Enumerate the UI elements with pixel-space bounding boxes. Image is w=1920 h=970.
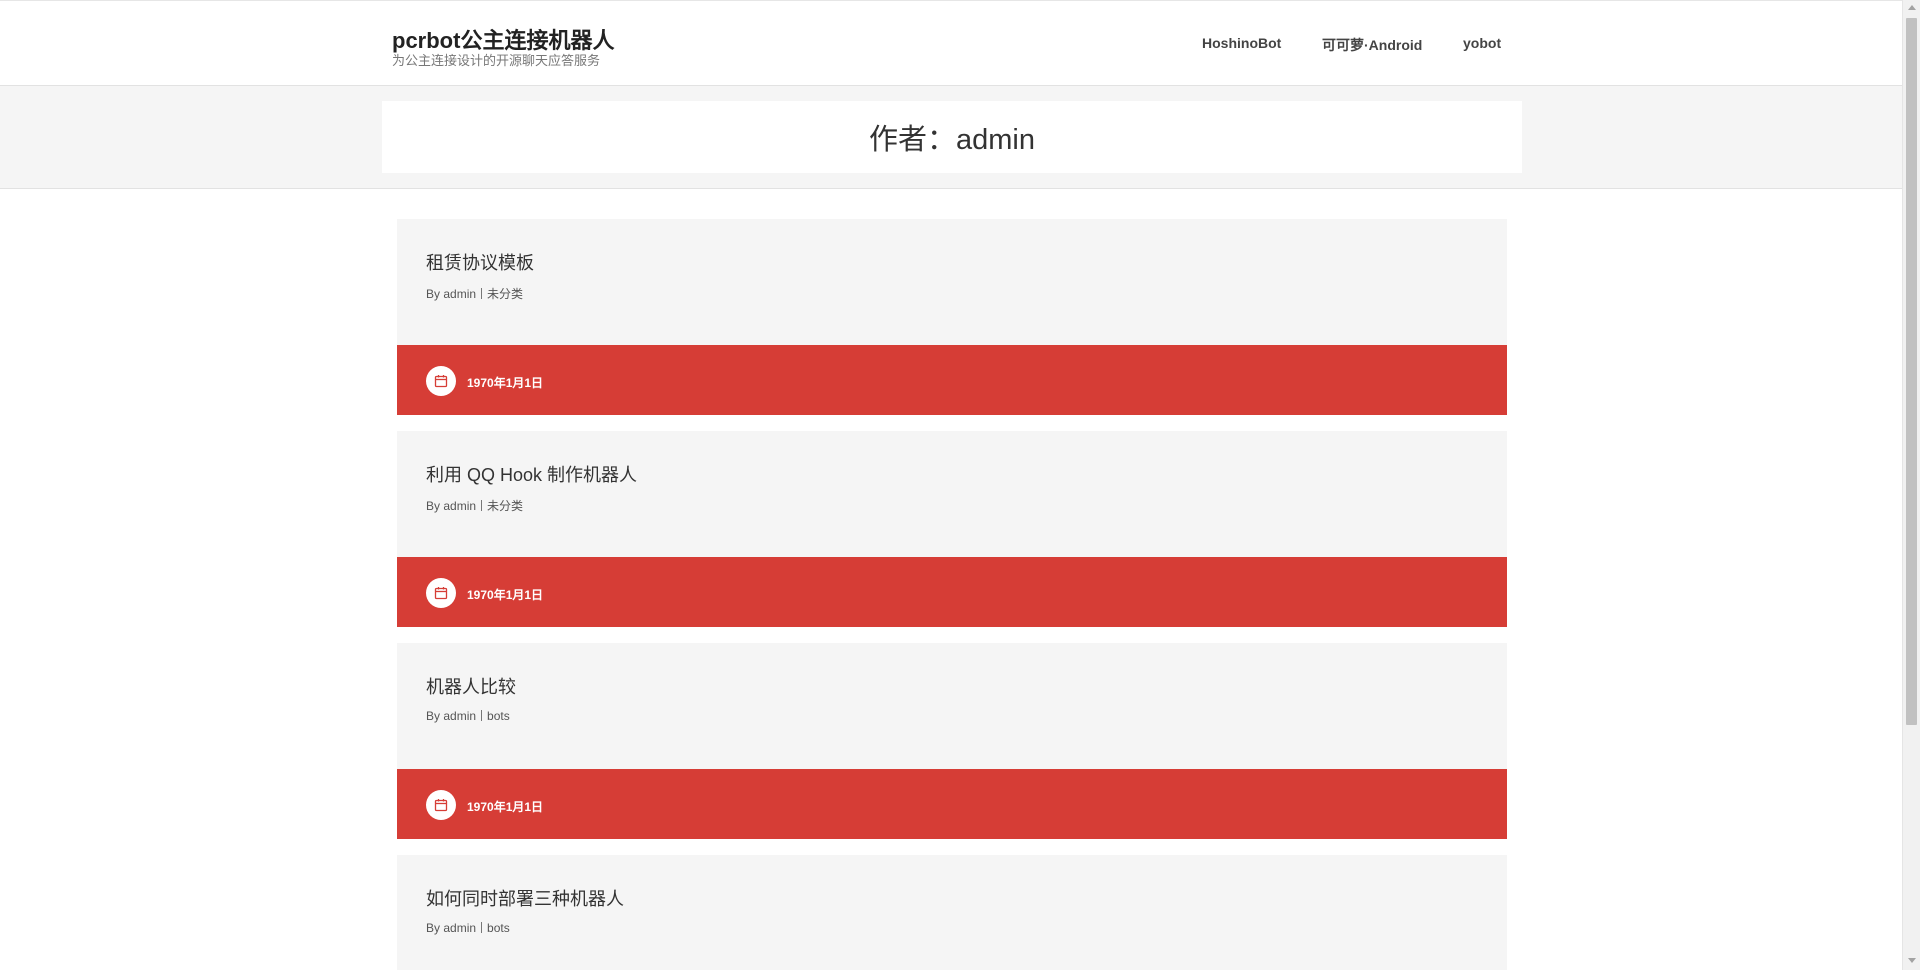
post-by-label: By — [426, 709, 441, 723]
post-date[interactable]: 1970年1月1日 — [467, 798, 543, 815]
post-category-link[interactable]: 未分类 — [487, 499, 523, 513]
meta-divider — [481, 710, 483, 721]
post-category-link[interactable]: 未分类 — [487, 287, 523, 301]
meta-divider — [481, 288, 483, 299]
calendar-icon — [426, 578, 456, 608]
archive-header: 作者：admin — [0, 85, 1902, 189]
post-meta: By admin 未分类 — [426, 285, 523, 302]
post-meta: By admin 未分类 — [426, 497, 523, 514]
post-card: 机器人比较 By admin bots 1970年1月1日 — [397, 643, 1507, 839]
calendar-icon — [426, 790, 456, 820]
post-body: 机器人比较 By admin bots — [397, 643, 1507, 769]
meta-divider — [481, 500, 483, 511]
post-body: 利用 QQ Hook 制作机器人 By admin 未分类 — [397, 431, 1507, 557]
archive-title: 作者：admin — [869, 124, 1035, 156]
post-title[interactable]: 如何同时部署三种机器人 — [426, 885, 624, 911]
post-by-label: By — [426, 287, 441, 301]
post-date[interactable]: 1970年1月1日 — [467, 374, 543, 391]
post-by-label: By — [426, 499, 441, 513]
post-title[interactable]: 利用 QQ Hook 制作机器人 — [426, 461, 637, 487]
site-header: pcrbot公主连接机器人 为公主连接设计的开源聊天应答服务 HoshinoBo… — [0, 0, 1902, 85]
page-scrollbar[interactable] — [1902, 0, 1920, 970]
post-date-bar: 1970年1月1日 — [397, 769, 1507, 839]
post-date-bar: 1970年1月1日 — [397, 345, 1507, 415]
post-author-link[interactable]: admin — [443, 499, 476, 513]
post-author-link[interactable]: admin — [443, 287, 476, 301]
post-date[interactable]: 1970年1月1日 — [467, 586, 543, 603]
post-author-link[interactable]: admin — [443, 921, 476, 935]
post-title[interactable]: 机器人比较 — [426, 673, 516, 699]
post-meta: By admin bots — [426, 709, 510, 723]
post-date-bar: 1970年1月1日 — [397, 557, 1507, 627]
scroll-up-arrow-icon[interactable] — [1908, 5, 1916, 10]
nav-item-kokkoro-android[interactable]: 可可萝·Android — [1322, 35, 1422, 55]
post-category-link[interactable]: bots — [487, 709, 510, 723]
scrollbar-thumb[interactable] — [1906, 18, 1917, 725]
post-card: 利用 QQ Hook 制作机器人 By admin 未分类 1970年1月1日 — [397, 431, 1507, 627]
post-by-label: By — [426, 921, 441, 935]
post-author-link[interactable]: admin — [443, 709, 476, 723]
post-body: 租赁协议模板 By admin 未分类 — [397, 219, 1507, 345]
post-title[interactable]: 租赁协议模板 — [426, 249, 534, 275]
nav-item-yobot[interactable]: yobot — [1463, 35, 1501, 51]
meta-divider — [481, 922, 483, 933]
nav-item-hoshinobot[interactable]: HoshinoBot — [1202, 35, 1281, 51]
main-nav: HoshinoBot 可可萝·Android yobot — [0, 35, 1902, 55]
post-category-link[interactable]: bots — [487, 921, 510, 935]
post-meta: By admin bots — [426, 921, 510, 935]
post-card: 如何同时部署三种机器人 By admin bots — [397, 855, 1507, 970]
post-body: 如何同时部署三种机器人 By admin bots — [397, 855, 1507, 970]
calendar-icon — [426, 366, 456, 396]
archive-title-box: 作者：admin — [382, 101, 1522, 173]
post-card: 租赁协议模板 By admin 未分类 1970年1月1日 — [397, 219, 1507, 415]
scroll-down-arrow-icon[interactable] — [1908, 958, 1916, 963]
